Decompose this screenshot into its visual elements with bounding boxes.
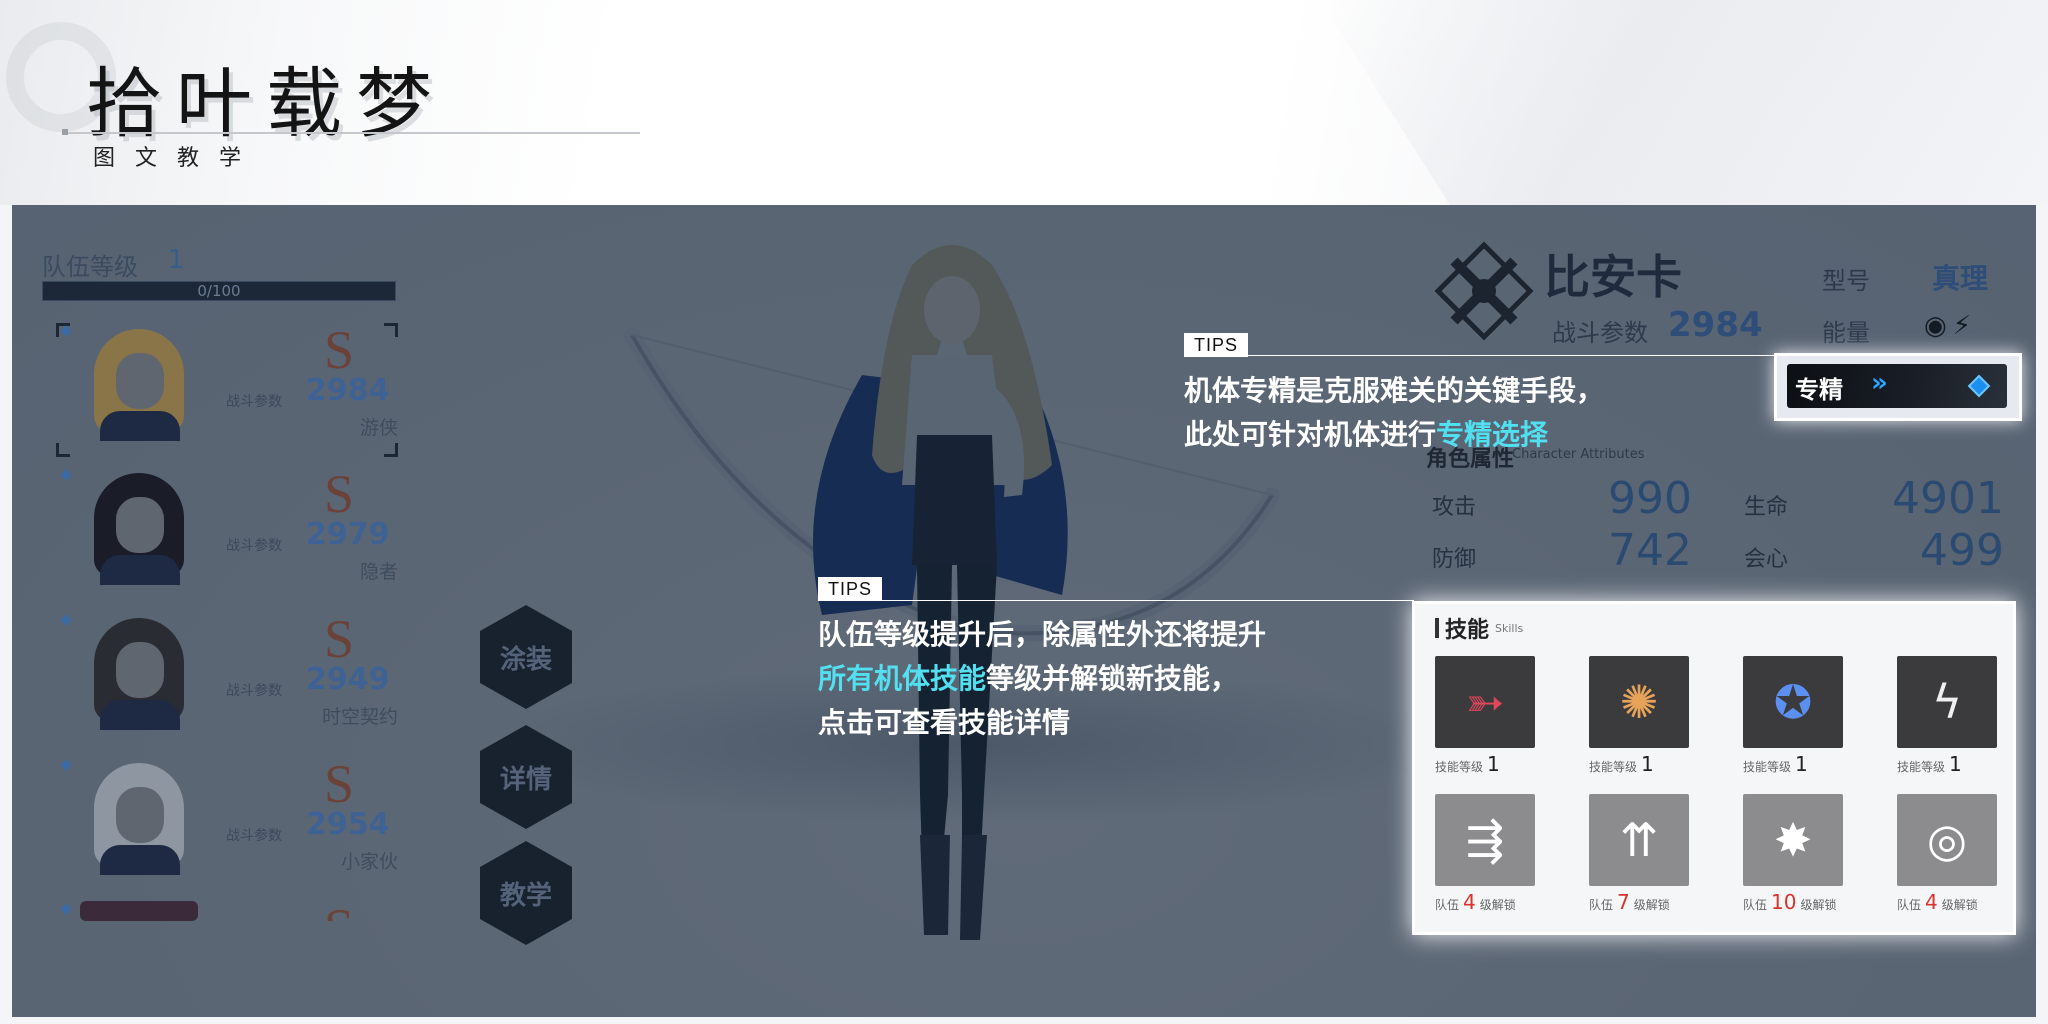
avatar: [80, 323, 198, 441]
avatar: [80, 901, 198, 921]
character-cp-label: 战斗参数: [1552, 319, 1648, 347]
attr-value-hp: 4901: [1892, 473, 2004, 524]
specialization-button[interactable]: 专精 »: [1787, 364, 2007, 408]
cp-label: 战斗参数: [226, 394, 282, 410]
character-name: 时空契约: [321, 706, 398, 728]
card-marker-icon: [60, 903, 72, 915]
cp-value: 2954: [306, 807, 390, 842]
tips-line: [1184, 355, 1774, 356]
triple-arrow-ring-icon: ⇈: [1589, 794, 1689, 886]
specialization-highlight: 专精 »: [1774, 353, 2022, 421]
model-value: 真理: [1932, 262, 1989, 295]
page-title: 拾叶载梦: [86, 59, 446, 148]
attr-value-crit: 499: [1920, 525, 2004, 576]
rank-badge: S: [324, 901, 354, 921]
tips-line: [818, 600, 1414, 601]
cp-value: 2949: [306, 662, 390, 697]
crossbow-arrow-icon: ➳: [1435, 656, 1535, 748]
attr-value-defense: 742: [1608, 525, 1692, 576]
roster-card-time-contract[interactable]: S 战斗参数 2949 时空契约: [56, 609, 398, 740]
attr-label-attack: 攻击: [1432, 495, 1477, 520]
eye-slash-icon: ◉: [1924, 311, 1953, 341]
roster-card-partial[interactable]: S: [56, 901, 396, 921]
attr-label-hp: 生命: [1744, 495, 1789, 520]
rank-badge: S: [324, 609, 355, 669]
game-screenshot: 队伍等级 1 0/100 S 战斗参数 2984 游侠 S 战斗参数 2979 …: [12, 205, 2036, 1017]
roster-card-hermit[interactable]: S 战斗参数 2979 隐者: [56, 464, 398, 595]
skill-slot[interactable]: ➳ 技能等级 1: [1435, 656, 1535, 780]
team-xp-bar: 0/100: [42, 281, 396, 301]
cp-label: 战斗参数: [226, 683, 282, 699]
lightning-icon: ⚡: [1952, 311, 1977, 341]
skills-title-en: Skills: [1495, 622, 1524, 635]
character-cp-value: 2984: [1668, 305, 1763, 345]
card-marker-icon: [60, 614, 72, 626]
selection-bracket: [56, 443, 70, 457]
selection-bracket: [384, 443, 398, 457]
skills-panel: 技能 Skills ➳ 技能等级 1 ✺ 技能等级 1 ✪ 技能等级 1 ϟ 技能等级…: [1412, 601, 2016, 935]
star-swirl-icon: ✪: [1743, 656, 1843, 748]
character-name: 小家伙: [340, 851, 398, 873]
character-name-title: 比安卡: [1544, 250, 1682, 304]
rank-badge: S: [324, 320, 355, 380]
skill-slot-locked[interactable]: ◎ 队伍 4 级解锁: [1897, 794, 1997, 918]
arrow-rain-icon: ⇶: [1435, 794, 1535, 886]
cp-value: 2979: [306, 517, 390, 552]
character-name: 隐者: [359, 561, 398, 583]
avatar: [80, 467, 198, 585]
skill-slot-locked[interactable]: ⇈ 队伍 7 级解锁: [1589, 794, 1689, 918]
energy-icons: ◉⚡: [1924, 311, 1977, 341]
title-underline: [64, 132, 640, 134]
diamond-icon: [1967, 374, 1991, 398]
character-name: 游侠: [359, 417, 398, 439]
title-underline-dot: [62, 129, 68, 135]
tips-tag: TIPS: [818, 577, 883, 601]
card-marker-icon: [60, 469, 72, 481]
lightning-shards-icon: ϟ: [1897, 656, 1997, 748]
rank-badge: S: [324, 464, 355, 524]
skill-slot[interactable]: ✪ 技能等级 1: [1743, 656, 1843, 780]
attr-label-defense: 防御: [1432, 547, 1477, 572]
crossed-guns-emblem-icon: [1434, 241, 1534, 341]
team-xp-text: 0/100: [197, 282, 241, 300]
skills-title: 技能: [1445, 618, 1490, 643]
cp-value: 2984: [306, 373, 390, 408]
roster-card-ranger[interactable]: S 战斗参数 2984 游侠: [56, 320, 398, 457]
cp-label: 战斗参数: [226, 828, 282, 844]
card-marker-icon: [60, 759, 72, 771]
avatar: [80, 757, 198, 875]
page-subtitle: 图文教学: [93, 146, 262, 171]
attr-value-attack: 990: [1608, 473, 1692, 524]
team-level-value: 1: [168, 245, 185, 275]
roster-card-little-one[interactable]: S 战斗参数 2954 小家伙: [56, 754, 398, 885]
skill-slot-locked[interactable]: ✸ 队伍 10 级解锁: [1743, 794, 1843, 918]
vortex-ring-icon: ◎: [1897, 794, 1997, 886]
avatar: [80, 612, 198, 730]
skill-slot[interactable]: ✺ 技能等级 1: [1589, 656, 1689, 780]
fire-burst-icon: ✺: [1589, 656, 1689, 748]
cp-label: 战斗参数: [226, 538, 282, 554]
team-level-label: 队伍等级: [42, 253, 138, 281]
model-label: 型号: [1822, 267, 1870, 295]
tips-text-skills: 队伍等级提升后，除属性外还将提升 所有机体技能等级并解锁新技能， 点击可查看技能…: [818, 618, 1267, 739]
tips-tag: TIPS: [1184, 333, 1249, 357]
energy-label: 能量: [1822, 319, 1870, 347]
star-explosion-icon: ✸: [1743, 794, 1843, 886]
selection-bracket: [384, 323, 398, 337]
tips-text-specialization: 机体专精是克服难关的关键手段， 此处可针对机体进行专精选择: [1184, 374, 1605, 451]
attr-label-crit: 会心: [1744, 547, 1789, 572]
rank-badge: S: [324, 754, 355, 814]
double-chevron-right-icon: »: [1871, 368, 1888, 398]
skill-slot-locked[interactable]: ⇶ 队伍 4 级解锁: [1435, 794, 1535, 918]
skill-slot[interactable]: ϟ 技能等级 1: [1897, 656, 1997, 780]
